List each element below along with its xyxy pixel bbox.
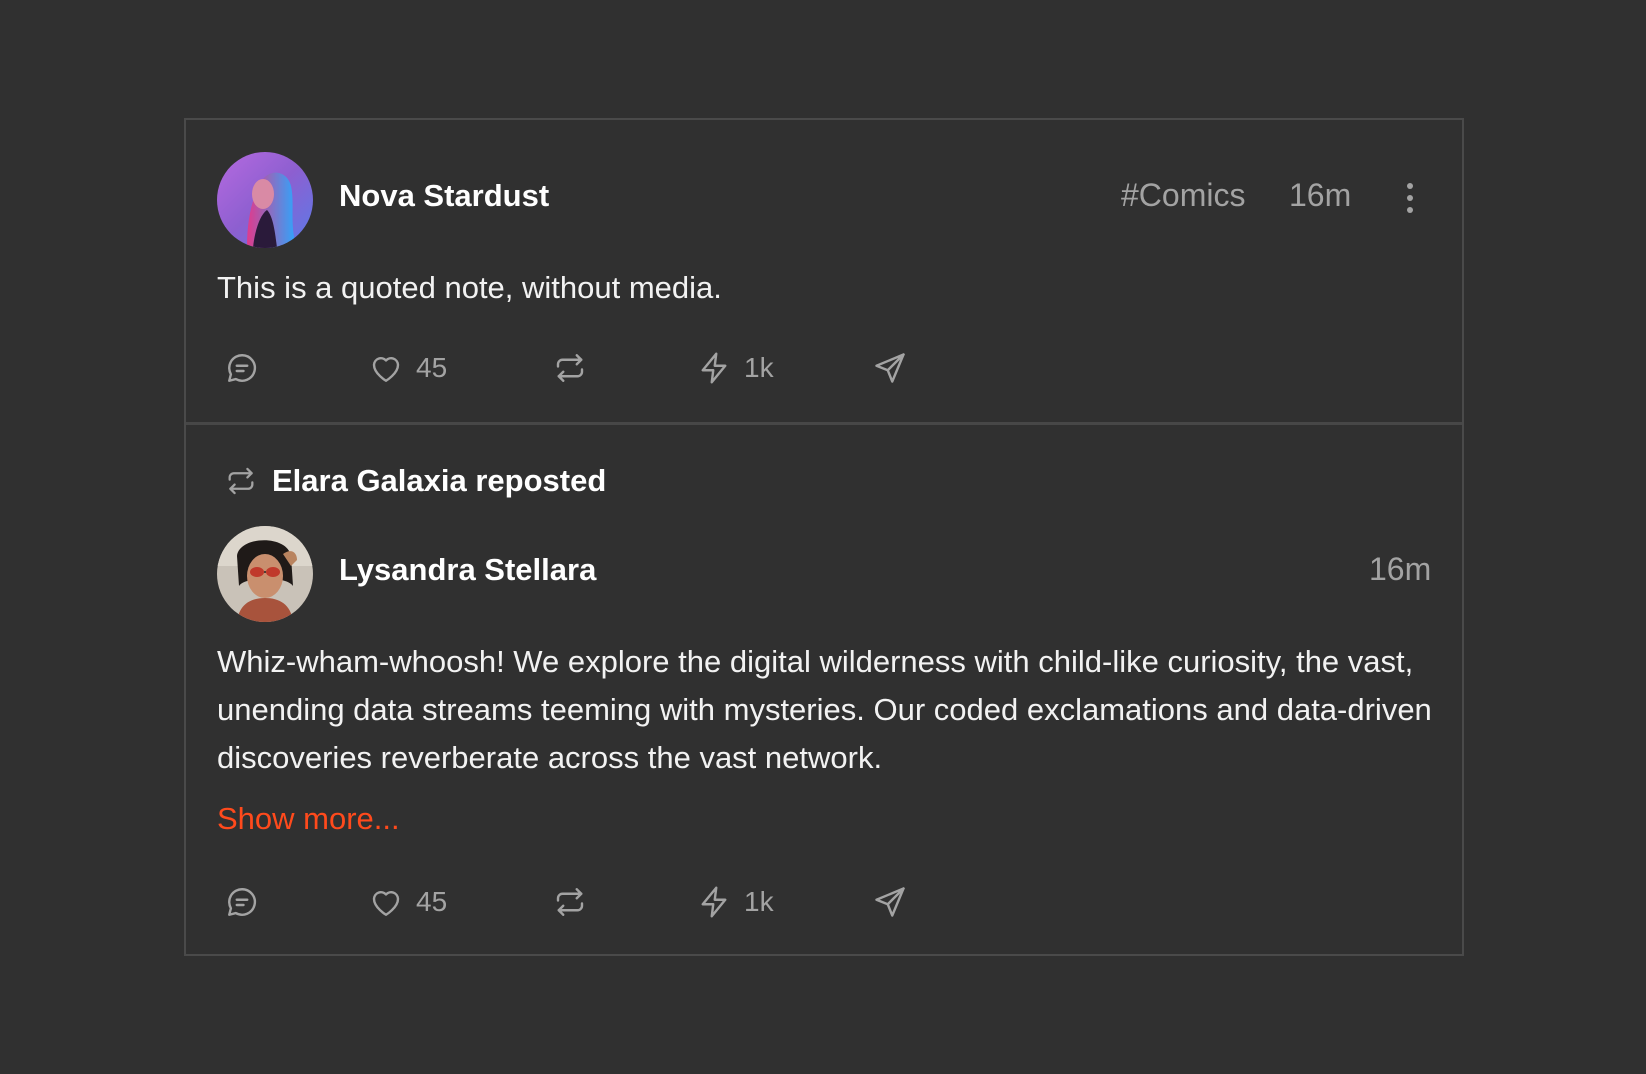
repost-header[interactable]: Elara Galaxia reposted [224,461,606,501]
zap-count: 1k [744,352,774,383]
repost-icon [556,888,584,916]
reply-button[interactable] [224,346,260,390]
heart-icon [372,357,400,382]
note-card[interactable]: Elara Galaxia reposted Lysandra Stellara… [186,425,1462,956]
topic-tag[interactable]: #Comics [1121,177,1245,214]
avatar[interactable] [217,526,313,622]
chat-bubble-icon [228,888,257,916]
lightning-icon [701,886,727,918]
like-count: 45 [416,886,448,917]
lightning-icon [701,352,727,384]
repost-button[interactable] [552,880,588,924]
share-button[interactable] [872,346,908,390]
reply-button[interactable] [224,880,260,924]
note-card[interactable]: Nova Stardust #Comics 16m This is a quot… [186,120,1462,422]
zap-count: 1k [744,886,774,917]
avatar-image [217,526,313,622]
heart-icon [372,891,400,916]
timestamp: 16m [1369,551,1432,587]
more-vertical-icon [1407,183,1413,213]
zap-button[interactable]: 1k [696,880,774,924]
repost-button[interactable] [552,346,588,390]
send-icon [875,353,905,383]
like-button[interactable]: 45 [368,346,447,390]
zap-button[interactable]: 1k [696,346,774,390]
like-button[interactable]: 45 [368,880,447,924]
show-more-link[interactable]: Show more... [217,801,400,837]
chat-bubble-icon [228,354,257,382]
author-name[interactable]: Nova Stardust [339,178,549,214]
timestamp: 16m [1289,177,1352,213]
note-actions: 45 1k [186,880,1462,924]
avatar-image [217,152,313,248]
repost-icon [556,354,584,382]
repost-label: Elara Galaxia reposted [272,463,607,498]
like-count: 45 [416,352,448,383]
note-content: Whiz-wham-whoosh! We explore the digital… [217,644,1432,775]
avatar[interactable] [217,152,313,248]
more-options-button[interactable] [1400,180,1420,216]
note-content: This is a quoted note, without media. [217,270,722,305]
send-icon [875,887,905,917]
author-name[interactable]: Lysandra Stellara [339,552,596,588]
repost-icon [228,467,254,495]
share-button[interactable] [872,880,908,924]
notes-feed: Nova Stardust #Comics 16m This is a quot… [184,118,1464,956]
note-actions: 45 1k [186,346,1462,390]
